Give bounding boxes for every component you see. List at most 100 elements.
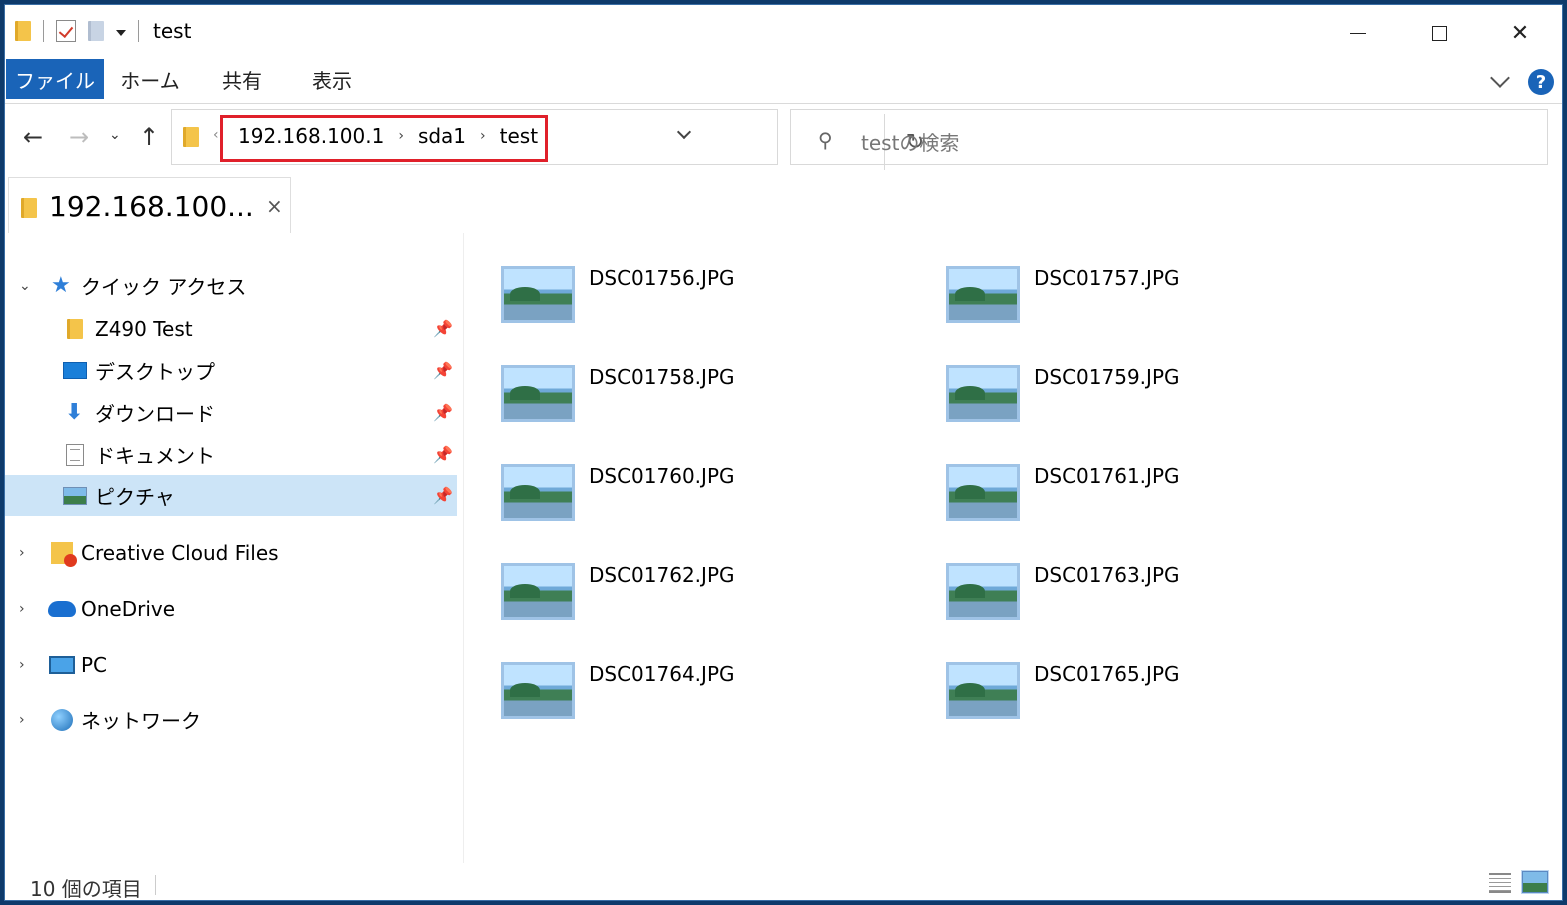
folder-icon <box>21 198 37 218</box>
tab-strip: 192.168.100... × <box>5 175 1562 233</box>
folder-icon <box>67 318 83 339</box>
pin-icon[interactable]: 📌 <box>433 445 453 464</box>
pin-icon[interactable]: 📌 <box>433 319 453 338</box>
chevron-right-icon[interactable]: › <box>19 712 25 728</box>
pictures-icon <box>63 486 87 505</box>
forward-button[interactable]: → <box>69 123 89 151</box>
maximize-icon <box>1431 25 1447 41</box>
tab-file[interactable]: ファイル <box>6 59 104 99</box>
sidebar-item-label: デスクトップ <box>95 360 215 384</box>
minimize-button[interactable] <box>1318 5 1398 61</box>
sidebar-item-label: PC <box>81 652 108 677</box>
image-file-icon <box>946 662 1020 719</box>
file-item[interactable]: DSC01759.JPG <box>910 361 1330 431</box>
tab-share[interactable]: 共有 <box>197 59 287 99</box>
search-icon: ⚲ <box>818 128 833 152</box>
chevron-left-icon[interactable]: ‹ <box>213 127 219 143</box>
pane-divider[interactable] <box>463 233 464 863</box>
chevron-down-icon[interactable] <box>676 124 692 140</box>
image-file-icon <box>501 464 575 521</box>
image-file-icon <box>946 365 1020 422</box>
sidebar-item-quick-access[interactable]: ⌄ ★ クイック アクセス <box>5 265 457 306</box>
image-file-icon <box>501 563 575 620</box>
properties-icon[interactable] <box>56 20 76 42</box>
pin-icon[interactable]: 📌 <box>433 486 453 505</box>
file-item[interactable]: DSC01765.JPG <box>910 658 1330 728</box>
folder-tab[interactable]: 192.168.100... × <box>8 177 291 233</box>
image-file-icon <box>946 464 1020 521</box>
sidebar-item-onedrive[interactable]: › OneDrive <box>5 588 457 629</box>
customize-toolbar-icon[interactable] <box>116 30 126 36</box>
recent-locations-button[interactable]: ⌄ <box>109 127 121 143</box>
sidebar-item-label: Z490 Test <box>95 316 193 341</box>
status-separator <box>155 875 156 895</box>
close-tab-icon[interactable]: × <box>266 194 283 218</box>
chevron-right-icon[interactable]: › <box>19 545 25 561</box>
image-file-icon <box>501 365 575 422</box>
back-button[interactable]: ← <box>23 123 43 151</box>
minimize-icon <box>1350 32 1366 34</box>
sidebar-item-label: ダウンロード <box>95 402 215 426</box>
star-icon: ★ <box>51 273 71 298</box>
new-folder-icon[interactable] <box>88 21 104 41</box>
sidebar-item-label: OneDrive <box>81 596 176 621</box>
sidebar-item-pc[interactable]: › PC <box>5 644 457 685</box>
file-name: DSC01760.JPG <box>589 464 735 488</box>
title-bar: test ✕ <box>5 5 1562 61</box>
help-icon[interactable]: ? <box>1528 69 1554 95</box>
desktop-icon <box>63 362 87 379</box>
sidebar-item-desktop[interactable]: デスクトップ 📌 <box>5 350 457 391</box>
sidebar-item-network[interactable]: › ネットワーク <box>5 699 457 740</box>
onedrive-icon <box>48 600 76 617</box>
file-list: DSC01756.JPG DSC01757.JPG DSC01758.JPG D… <box>465 233 1555 863</box>
highlight-box <box>220 115 548 162</box>
file-item[interactable]: DSC01756.JPG <box>465 262 885 332</box>
image-file-icon <box>501 662 575 719</box>
file-name: DSC01757.JPG <box>1034 266 1180 290</box>
search-input[interactable]: ⚲ testの検索 <box>790 109 1548 165</box>
tab-home[interactable]: ホーム <box>105 59 195 99</box>
details-view-icon[interactable] <box>1489 873 1511 893</box>
tab-view[interactable]: 表示 <box>287 59 377 99</box>
file-name: DSC01762.JPG <box>589 563 735 587</box>
sidebar-item-pictures[interactable]: ピクチャ 📌 <box>5 475 457 516</box>
sidebar-item-label: ドキュメント <box>95 444 215 468</box>
navigation-pane: ⌄ ★ クイック アクセス Z490 Test 📌 デスクトップ 📌 ⬇ ダウン… <box>5 233 461 863</box>
file-name: DSC01765.JPG <box>1034 662 1180 686</box>
quick-access-toolbar: test <box>15 19 191 43</box>
file-item[interactable]: DSC01760.JPG <box>465 460 885 530</box>
maximize-button[interactable] <box>1399 5 1479 61</box>
chevron-right-icon[interactable]: › <box>19 657 25 673</box>
pin-icon[interactable]: 📌 <box>433 361 453 380</box>
file-item[interactable]: DSC01764.JPG <box>465 658 885 728</box>
expand-ribbon-icon[interactable] <box>1490 68 1510 88</box>
file-name: DSC01764.JPG <box>589 662 735 686</box>
sidebar-item-z490-test[interactable]: Z490 Test 📌 <box>5 308 457 349</box>
sidebar-item-documents[interactable]: ドキュメント 📌 <box>5 434 457 475</box>
window-title: test <box>153 19 192 43</box>
file-name: DSC01756.JPG <box>589 266 735 290</box>
sidebar-item-label: Creative Cloud Files <box>81 540 279 565</box>
file-item[interactable]: DSC01763.JPG <box>910 559 1330 629</box>
up-button[interactable]: ↑ <box>139 123 159 151</box>
file-item[interactable]: DSC01762.JPG <box>465 559 885 629</box>
sidebar-item-creative-cloud[interactable]: › Creative Cloud Files <box>5 532 457 573</box>
file-item[interactable]: DSC01761.JPG <box>910 460 1330 530</box>
image-file-icon <box>946 266 1020 323</box>
toolbar-separator <box>43 20 44 42</box>
pc-icon <box>49 655 75 674</box>
sidebar-item-label: クイック アクセス <box>81 275 247 299</box>
file-item[interactable]: DSC01758.JPG <box>465 361 885 431</box>
pin-icon[interactable]: 📌 <box>433 403 453 422</box>
sidebar-item-label: ピクチャ <box>95 485 175 509</box>
close-button[interactable]: ✕ <box>1480 5 1560 61</box>
file-item[interactable]: DSC01757.JPG <box>910 262 1330 332</box>
sidebar-item-downloads[interactable]: ⬇ ダウンロード 📌 <box>5 392 457 433</box>
file-name: DSC01761.JPG <box>1034 464 1180 488</box>
chevron-down-icon[interactable]: ⌄ <box>19 278 31 294</box>
documents-icon <box>66 443 84 466</box>
large-icons-view-icon[interactable] <box>1521 870 1549 894</box>
folder-icon <box>15 21 31 41</box>
chevron-right-icon[interactable]: › <box>19 601 25 617</box>
address-bar[interactable]: ‹ 192.168.100.1 › sda1 › test ↻ <box>171 109 924 170</box>
